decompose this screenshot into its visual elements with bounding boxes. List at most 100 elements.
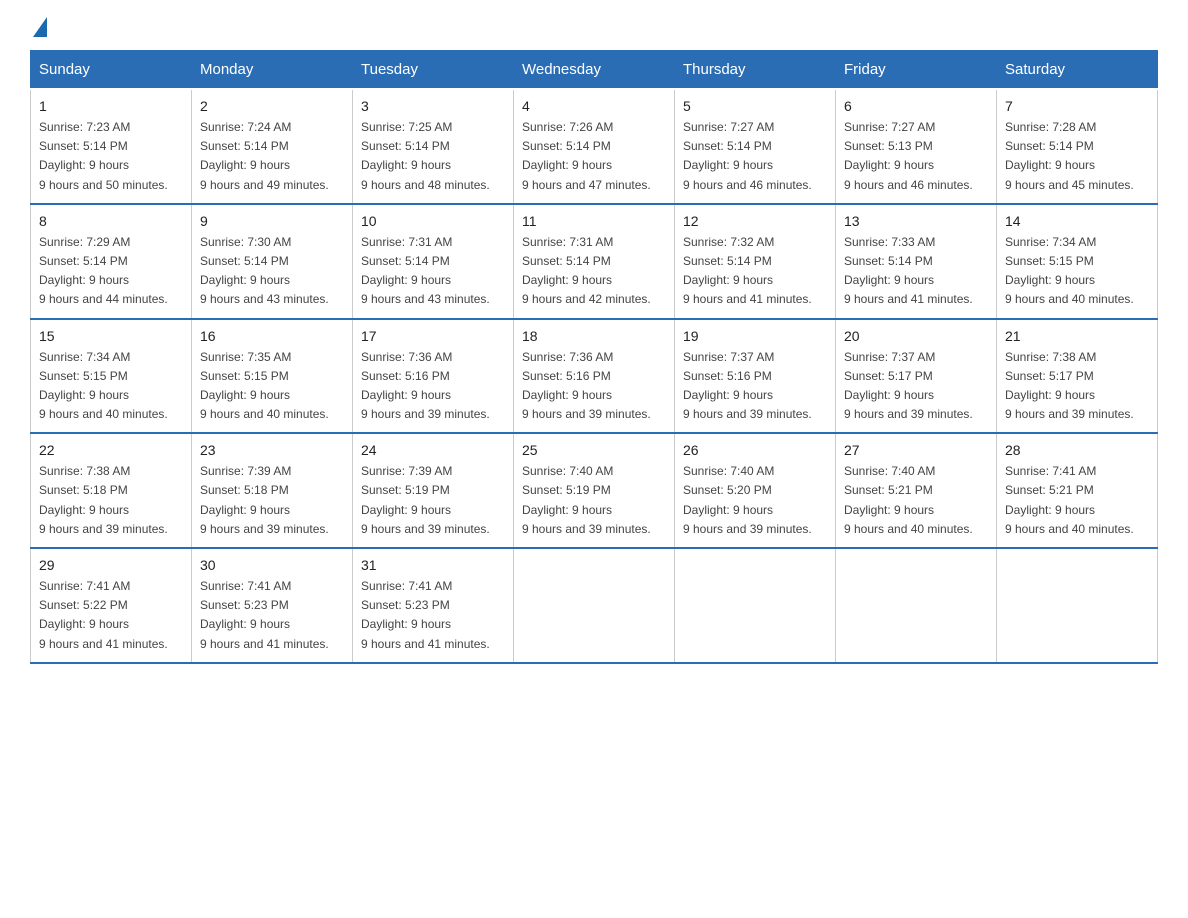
day-info: Sunrise: 7:37 AMSunset: 5:16 PMDaylight:… [683,348,827,425]
calendar-week-row: 8 Sunrise: 7:29 AMSunset: 5:14 PMDaylight… [31,204,1158,319]
calendar-day-cell: 11Sunrise: 7:31 AMSunset: 5:14 PMDayligh… [514,204,675,319]
calendar-day-cell: 1 Sunrise: 7:23 AMSunset: 5:14 PMDaylight… [31,89,192,204]
calendar-day-cell: 31 Sunrise: 7:41 AMSunset: 5:23 PMDayligh… [353,548,514,663]
day-info: Sunrise: 7:25 AMSunset: 5:14 PMDaylight:… [361,118,505,195]
day-info: Sunrise: 7:41 AMSunset: 5:22 PMDaylight:… [39,577,183,654]
day-number: 7 [1005,98,1149,114]
day-number: 20 [844,328,988,344]
calendar-day-cell: 10 Sunrise: 7:31 AMSunset: 5:14 PMDayligh… [353,204,514,319]
day-number: 3 [361,98,505,114]
calendar-week-row: 1 Sunrise: 7:23 AMSunset: 5:14 PMDaylight… [31,89,1158,204]
calendar-day-cell: 23 Sunrise: 7:39 AMSunset: 5:18 PMDayligh… [192,433,353,548]
day-number: 30 [200,557,344,573]
calendar-day-cell: 8 Sunrise: 7:29 AMSunset: 5:14 PMDaylight… [31,204,192,319]
day-info: Sunrise: 7:30 AMSunset: 5:14 PMDaylight:… [200,233,344,310]
calendar-day-cell [514,548,675,663]
day-number: 27 [844,442,988,458]
day-info: Sunrise: 7:40 AMSunset: 5:20 PMDaylight:… [683,462,827,539]
day-number: 29 [39,557,183,573]
calendar-week-row: 15 Sunrise: 7:34 AMSunset: 5:15 PMDayligh… [31,319,1158,434]
day-number: 2 [200,98,344,114]
calendar-day-cell: 2 Sunrise: 7:24 AMSunset: 5:14 PMDaylight… [192,89,353,204]
calendar-day-cell [997,548,1158,663]
day-number: 21 [1005,328,1149,344]
day-number: 1 [39,98,183,114]
calendar-day-cell: 4 Sunrise: 7:26 AMSunset: 5:14 PMDaylight… [514,89,675,204]
day-info: Sunrise: 7:36 AMSunset: 5:16 PMDaylight:… [522,348,666,425]
day-number: 31 [361,557,505,573]
day-number: 19 [683,328,827,344]
calendar-day-cell: 27Sunrise: 7:40 AMSunset: 5:21 PMDayligh… [836,433,997,548]
weekday-header-friday: Friday [836,51,997,90]
calendar-week-row: 29 Sunrise: 7:41 AMSunset: 5:22 PMDayligh… [31,548,1158,663]
day-info: Sunrise: 7:23 AMSunset: 5:14 PMDaylight:… [39,118,183,195]
weekday-header-monday: Monday [192,51,353,90]
day-number: 18 [522,328,666,344]
day-info: Sunrise: 7:35 AMSunset: 5:15 PMDaylight:… [200,348,344,425]
day-info: Sunrise: 7:41 AMSunset: 5:23 PMDaylight:… [361,577,505,654]
day-number: 4 [522,98,666,114]
day-info: Sunrise: 7:38 AMSunset: 5:17 PMDaylight:… [1005,348,1149,425]
weekday-header-saturday: Saturday [997,51,1158,90]
calendar-day-cell: 5 Sunrise: 7:27 AMSunset: 5:14 PMDaylight… [675,89,836,204]
day-info: Sunrise: 7:27 AMSunset: 5:13 PMDaylight:… [844,118,988,195]
calendar-day-cell: 25 Sunrise: 7:40 AMSunset: 5:19 PMDayligh… [514,433,675,548]
day-info: Sunrise: 7:34 AMSunset: 5:15 PMDaylight:… [39,348,183,425]
logo [30,20,47,40]
calendar-day-cell: 29 Sunrise: 7:41 AMSunset: 5:22 PMDayligh… [31,548,192,663]
calendar-week-row: 22 Sunrise: 7:38 AMSunset: 5:18 PMDayligh… [31,433,1158,548]
calendar-day-cell: 16 Sunrise: 7:35 AMSunset: 5:15 PMDayligh… [192,319,353,434]
day-number: 23 [200,442,344,458]
calendar-day-cell: 24 Sunrise: 7:39 AMSunset: 5:19 PMDayligh… [353,433,514,548]
weekday-header-wednesday: Wednesday [514,51,675,90]
day-info: Sunrise: 7:24 AMSunset: 5:14 PMDaylight:… [200,118,344,195]
calendar-day-cell: 28Sunrise: 7:41 AMSunset: 5:21 PMDayligh… [997,433,1158,548]
day-number: 24 [361,442,505,458]
day-info: Sunrise: 7:39 AMSunset: 5:18 PMDaylight:… [200,462,344,539]
day-number: 26 [683,442,827,458]
calendar-day-cell: 18 Sunrise: 7:36 AMSunset: 5:16 PMDayligh… [514,319,675,434]
day-number: 12 [683,213,827,229]
day-number: 6 [844,98,988,114]
day-number: 5 [683,98,827,114]
calendar-day-cell: 17 Sunrise: 7:36 AMSunset: 5:16 PMDayligh… [353,319,514,434]
calendar-day-cell: 21 Sunrise: 7:38 AMSunset: 5:17 PMDayligh… [997,319,1158,434]
day-number: 8 [39,213,183,229]
calendar-day-cell [675,548,836,663]
day-info: Sunrise: 7:27 AMSunset: 5:14 PMDaylight:… [683,118,827,195]
day-number: 22 [39,442,183,458]
day-info: Sunrise: 7:29 AMSunset: 5:14 PMDaylight:… [39,233,183,310]
day-info: Sunrise: 7:26 AMSunset: 5:14 PMDaylight:… [522,118,666,195]
day-number: 17 [361,328,505,344]
calendar-day-cell: 14Sunrise: 7:34 AMSunset: 5:15 PMDayligh… [997,204,1158,319]
calendar-day-cell: 3 Sunrise: 7:25 AMSunset: 5:14 PMDaylight… [353,89,514,204]
day-number: 15 [39,328,183,344]
calendar-day-cell: 22 Sunrise: 7:38 AMSunset: 5:18 PMDayligh… [31,433,192,548]
day-info: Sunrise: 7:31 AMSunset: 5:14 PMDaylight:… [361,233,505,310]
calendar-day-cell: 6 Sunrise: 7:27 AMSunset: 5:13 PMDaylight… [836,89,997,204]
calendar-day-cell: 7 Sunrise: 7:28 AMSunset: 5:14 PMDaylight… [997,89,1158,204]
weekday-header-tuesday: Tuesday [353,51,514,90]
logo-arrow-icon [33,17,47,37]
day-info: Sunrise: 7:41 AMSunset: 5:23 PMDaylight:… [200,577,344,654]
page-header [30,20,1158,40]
day-info: Sunrise: 7:28 AMSunset: 5:14 PMDaylight:… [1005,118,1149,195]
calendar-day-cell: 9 Sunrise: 7:30 AMSunset: 5:14 PMDaylight… [192,204,353,319]
day-info: Sunrise: 7:40 AMSunset: 5:19 PMDaylight:… [522,462,666,539]
day-number: 28 [1005,442,1149,458]
calendar-day-cell: 26 Sunrise: 7:40 AMSunset: 5:20 PMDayligh… [675,433,836,548]
day-info: Sunrise: 7:39 AMSunset: 5:19 PMDaylight:… [361,462,505,539]
day-number: 10 [361,213,505,229]
calendar-table: SundayMondayTuesdayWednesdayThursdayFrid… [30,50,1158,664]
day-number: 16 [200,328,344,344]
day-info: Sunrise: 7:38 AMSunset: 5:18 PMDaylight:… [39,462,183,539]
calendar-day-cell: 15 Sunrise: 7:34 AMSunset: 5:15 PMDayligh… [31,319,192,434]
calendar-day-cell: 19 Sunrise: 7:37 AMSunset: 5:16 PMDayligh… [675,319,836,434]
calendar-day-cell [836,548,997,663]
day-number: 13 [844,213,988,229]
day-number: 25 [522,442,666,458]
day-info: Sunrise: 7:36 AMSunset: 5:16 PMDaylight:… [361,348,505,425]
calendar-day-cell: 12Sunrise: 7:32 AMSunset: 5:14 PMDayligh… [675,204,836,319]
day-number: 9 [200,213,344,229]
calendar-day-cell: 20Sunrise: 7:37 AMSunset: 5:17 PMDayligh… [836,319,997,434]
